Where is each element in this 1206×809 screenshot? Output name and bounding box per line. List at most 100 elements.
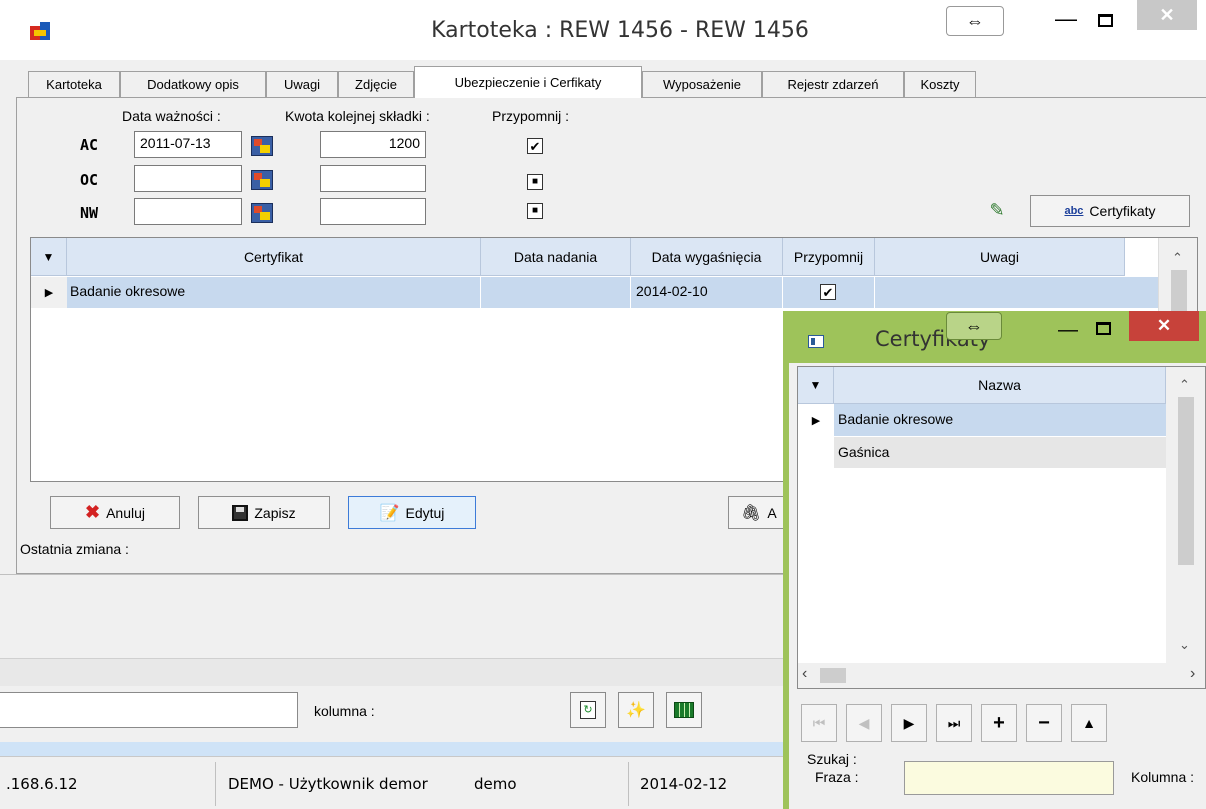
- attach-button[interactable]: 🖇 A: [728, 496, 788, 529]
- certificate-tool-icon[interactable]: ✎: [984, 199, 1010, 221]
- cancel-button[interactable]: ✖ Anuluj: [50, 496, 180, 529]
- ac-amount-field[interactable]: 1200: [320, 131, 426, 158]
- oc-amount-field[interactable]: [320, 165, 426, 192]
- scroll-up-icon[interactable]: ⌃: [1172, 250, 1183, 266]
- popup-grid-menu-arrow[interactable]: ▼: [798, 367, 834, 404]
- ac-remind-checkbox[interactable]: ✔: [527, 138, 543, 154]
- ac-date-field[interactable]: 2011-07-13: [134, 131, 242, 158]
- resize-arrows-icon[interactable]: ⇔: [946, 6, 1004, 36]
- popup-scroll-down-icon[interactable]: ⌄: [1179, 637, 1190, 653]
- nw-calendar-icon[interactable]: [251, 203, 273, 223]
- refresh-button[interactable]: ↻: [570, 692, 606, 728]
- popup-maximize-button[interactable]: [1088, 315, 1118, 341]
- col-header-uwagi[interactable]: Uwagi: [875, 238, 1125, 276]
- oc-remind-checkbox[interactable]: ■: [527, 174, 543, 190]
- popup-resize-arrows-icon[interactable]: ⇔: [946, 312, 1002, 340]
- popup-title-bar: Certyfikaty ⇔ — ✕: [783, 311, 1206, 366]
- red-x-icon: ✖: [84, 502, 101, 522]
- tab-wyposazenie[interactable]: Wyposażenie: [642, 71, 762, 97]
- nav-first-button[interactable]: ⏮: [801, 704, 837, 742]
- ac-label: AC: [80, 136, 99, 154]
- status-user: DEMO - Użytkownik demor: [228, 775, 428, 793]
- maximize-button[interactable]: [1090, 8, 1120, 32]
- list-item[interactable]: Gaśnica: [798, 436, 1166, 468]
- edit-document-icon: 📝: [379, 504, 400, 522]
- certificates-button[interactable]: abc Certyfikaty: [1030, 195, 1190, 227]
- popup-phrase-label: Fraza :: [815, 769, 859, 785]
- popup-hscroll[interactable]: ‹ ›: [798, 663, 1205, 688]
- col-header-nazwa[interactable]: Nazwa: [834, 367, 1166, 404]
- save-button[interactable]: Zapisz: [198, 496, 330, 529]
- certificates-button-label: Certyfikaty: [1089, 203, 1156, 219]
- popup-app-icon: [808, 335, 824, 348]
- popup-scroll-left-icon[interactable]: ‹: [802, 665, 807, 683]
- popup-scroll-up-icon[interactable]: ⌃: [1179, 377, 1190, 393]
- tab-rejestr-zdarzen[interactable]: Rejestr zdarzeń: [762, 71, 904, 97]
- amount-label: Kwota kolejnej składki :: [285, 108, 430, 124]
- popup-close-button[interactable]: ✕: [1129, 311, 1199, 341]
- list-item-label: Badanie okresowe: [834, 404, 1166, 436]
- nav-last-button[interactable]: ⏭: [936, 704, 972, 742]
- nw-date-field[interactable]: [134, 198, 242, 225]
- tab-koszty[interactable]: Koszty: [904, 71, 976, 97]
- nav-next-button[interactable]: ▶: [891, 704, 927, 742]
- popup-scroll-right-icon[interactable]: ›: [1190, 665, 1195, 683]
- cell-przypomnij[interactable]: ✔: [783, 277, 875, 308]
- ac-calendar-icon[interactable]: [251, 136, 273, 156]
- last-change-label: Ostatnia zmiana :: [20, 541, 129, 557]
- window-title: Kartoteka : REW 1456 - REW 1456: [431, 18, 809, 43]
- clear-filter-button[interactable]: ✨: [618, 692, 654, 728]
- popup-body: ▼ Nazwa ⌃ ⌄ ▶ Badanie okresowe Gaśnica ‹…: [789, 363, 1206, 809]
- close-button[interactable]: ✕: [1137, 0, 1197, 30]
- save-button-label: Zapisz: [254, 504, 296, 521]
- popup-hscroll-thumb[interactable]: [820, 668, 846, 683]
- nav-add-button[interactable]: +: [981, 704, 1017, 742]
- cell-certyfikat[interactable]: Badanie okresowe: [67, 277, 481, 308]
- spreadsheet-button[interactable]: [666, 692, 702, 728]
- col-header-przypomnij[interactable]: Przypomnij: [783, 238, 875, 276]
- table-row[interactable]: ▶ Badanie okresowe 2014-02-10 ✔: [31, 277, 1158, 308]
- oc-calendar-icon[interactable]: [251, 170, 273, 190]
- minimize-button[interactable]: —: [1046, 6, 1086, 32]
- popup-phrase-input[interactable]: [904, 761, 1114, 795]
- nav-prev-button[interactable]: ◀: [846, 704, 882, 742]
- tab-ubezpieczenie[interactable]: Ubezpieczenie i Cerfikaty: [414, 66, 642, 98]
- tab-kartoteka[interactable]: Kartoteka: [28, 71, 120, 97]
- popup-scroll-thumb[interactable]: [1178, 397, 1194, 565]
- row-indicator-icon: ▶: [31, 277, 67, 308]
- popup-minimize-button[interactable]: —: [1053, 319, 1083, 341]
- list-item-label: Gaśnica: [834, 436, 1166, 468]
- tab-uwagi[interactable]: Uwagi: [266, 71, 338, 97]
- nav-up-button[interactable]: ▲: [1071, 704, 1107, 742]
- status-sep-1: [215, 762, 216, 806]
- col-header-data-nadania[interactable]: Data nadania: [481, 238, 631, 276]
- list-item[interactable]: ▶ Badanie okresowe: [798, 404, 1166, 436]
- status-sep-2: [628, 762, 629, 806]
- status-ip: .168.6.12: [6, 775, 78, 793]
- app-icon: [30, 22, 50, 42]
- cell-data-nadania[interactable]: [481, 277, 631, 308]
- paperclip-icon: 🖇: [741, 504, 762, 522]
- popup-column-label: Kolumna :: [1131, 769, 1195, 785]
- popup-vscroll[interactable]: ⌃ ⌄: [1166, 367, 1205, 663]
- search-input[interactable]: [0, 692, 298, 728]
- date-validity-label: Data ważności :: [122, 108, 221, 124]
- certificates-popup-window: Certyfikaty ⇔ — ✕ ▼ Nazwa ⌃ ⌄ ▶ Badanie …: [783, 311, 1206, 809]
- nw-remind-checkbox[interactable]: ■: [527, 203, 543, 219]
- cell-uwagi[interactable]: [875, 277, 1158, 308]
- col-header-data-wygasniecia[interactable]: Data wygaśnięcia: [631, 238, 783, 276]
- col-header-certyfikat[interactable]: Certyfikat: [67, 238, 481, 276]
- attach-button-label: A: [767, 504, 777, 521]
- grid-menu-arrow[interactable]: ▼: [31, 238, 67, 276]
- spreadsheet-icon: [674, 702, 694, 718]
- row-remind-checkbox[interactable]: ✔: [820, 284, 836, 300]
- nav-delete-button[interactable]: −: [1026, 704, 1062, 742]
- cell-data-wygasniecia[interactable]: 2014-02-10: [631, 277, 783, 308]
- tab-zdjecie[interactable]: Zdjęcie: [338, 71, 414, 97]
- nw-amount-field[interactable]: [320, 198, 426, 225]
- oc-label: OC: [80, 171, 99, 189]
- tab-dodatkowy-opis[interactable]: Dodatkowy opis: [120, 71, 266, 97]
- edit-button[interactable]: 📝 Edytuj: [348, 496, 476, 529]
- oc-date-field[interactable]: [134, 165, 242, 192]
- abc-icon: abc: [1064, 205, 1084, 217]
